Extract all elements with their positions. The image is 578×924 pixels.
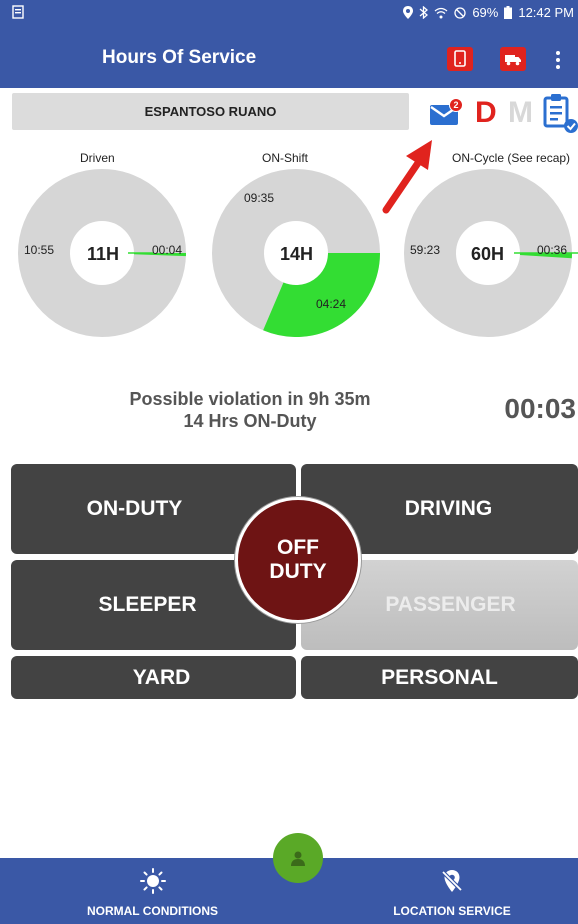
location-status-icon <box>403 6 414 19</box>
gauge-oncycle-center: 60H <box>471 244 505 264</box>
status-timer: 00:03 <box>504 393 576 424</box>
notification-icon <box>12 5 24 19</box>
gauge-oncycle-label[interactable]: ON-Cycle (See recap) <box>452 151 570 165</box>
normal-conditions-button[interactable]: NORMAL CONDITIONS <box>70 858 235 924</box>
sun-icon <box>139 868 166 894</box>
gauge-driven-label: Driven <box>80 151 115 165</box>
clock: 12:42 PM <box>518 5 574 20</box>
passenger-label: PASSENGER <box>385 593 516 616</box>
driver-fab-button[interactable] <box>273 833 323 883</box>
driving-status-indicator[interactable]: D <box>475 96 497 130</box>
violation-line-1: Possible violation in 9h 35m <box>129 389 371 409</box>
more-vert-icon[interactable] <box>548 48 568 72</box>
gauge-driven-remaining: 10:55 <box>24 243 55 257</box>
yard-button[interactable]: YARD <box>11 656 296 699</box>
gauge-driven-center: 11H <box>87 244 120 264</box>
driving-label: DRIVING <box>404 497 493 520</box>
location-service-button[interactable]: LOCATION SERVICE <box>372 858 532 924</box>
wifi-icon <box>434 7 448 18</box>
driver-name: ESPANTOSO RUANO <box>144 104 277 119</box>
mail-badge: 2 <box>449 98 463 112</box>
dnd-icon <box>454 6 466 19</box>
gauge-driven-used: 00:04 <box>152 243 183 257</box>
truck-icon <box>505 55 521 66</box>
truck-button[interactable] <box>500 47 526 71</box>
app-bar: Hours Of Service <box>0 26 578 88</box>
hos-screen: 69% 12:42 PM Hours Of Service ESPANTOSO … <box>0 0 578 924</box>
person-icon <box>291 851 305 866</box>
off-duty-label-1: OFF <box>277 536 319 559</box>
personal-button[interactable]: PERSONAL <box>301 656 578 699</box>
off-duty-label-2: DUTY <box>269 560 327 583</box>
manual-status-indicator[interactable]: M <box>508 96 533 130</box>
personal-label: PERSONAL <box>381 665 498 689</box>
gauge-oncycle-remaining: 59:23 <box>410 243 441 257</box>
clipboard-check-icon[interactable] <box>542 92 578 134</box>
sleeper-label: SLEEPER <box>98 593 197 616</box>
gauge-onshift-remaining: 09:35 <box>244 191 275 205</box>
violation-message: Possible violation in 9h 35m 14 Hrs ON-D… <box>90 388 410 432</box>
phone-icon <box>454 50 466 67</box>
driver-name-bar[interactable]: ESPANTOSO RUANO <box>12 93 409 130</box>
on-duty-label: ON-DUTY <box>86 497 183 520</box>
yard-label: YARD <box>132 665 191 689</box>
annotation-arrow-icon <box>382 140 432 214</box>
battery-percent: 69% <box>472 5 499 20</box>
gauge-onshift-center: 14H <box>280 244 314 264</box>
page-title: Hours Of Service <box>102 47 257 68</box>
location-off-icon <box>441 870 463 892</box>
gauge-onshift-label: ON-Shift <box>262 151 309 165</box>
status-bar: 69% 12:42 PM <box>0 0 578 26</box>
battery-icon <box>504 6 513 19</box>
gauge-onshift-used: 04:24 <box>316 297 347 311</box>
bluetooth-icon <box>419 6 429 19</box>
phone-button[interactable] <box>447 47 473 71</box>
normal-conditions-label: NORMAL CONDITIONS <box>86 904 219 918</box>
off-duty-button[interactable]: OFF DUTY <box>235 497 361 623</box>
gauge-oncycle-used: 00:36 <box>537 243 568 257</box>
violation-line-2: 14 Hrs ON-Duty <box>183 411 317 431</box>
location-service-label: LOCATION SERVICE <box>393 904 511 918</box>
